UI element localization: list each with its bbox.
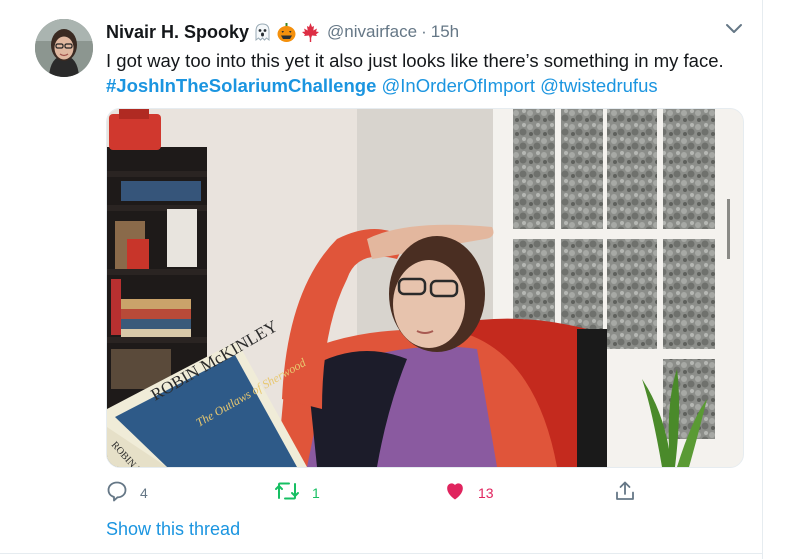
reply-count: 4 (140, 485, 148, 501)
heart-icon (444, 480, 466, 507)
hashtag-link[interactable]: #JoshInTheSolariumChallenge (106, 75, 376, 96)
retweet-icon (274, 480, 300, 507)
share-icon (614, 480, 636, 507)
user-handle[interactable]: @nivairface (327, 22, 417, 42)
tweet-text: I got way too into this yet it also just… (106, 48, 756, 98)
tweet-actions: 4 1 13 (106, 478, 746, 508)
share-button[interactable] (614, 478, 636, 508)
timestamp[interactable]: 15h (431, 22, 459, 42)
ghost-emoji (252, 22, 273, 43)
tweet-header: Nivair H. Spooky @nivairface · 15h (106, 19, 459, 45)
jack-o-lantern-emoji (276, 22, 297, 43)
like-button[interactable]: 13 (444, 478, 494, 508)
tweet-text-line: I got way too into this yet it also just… (106, 50, 724, 71)
mention-link[interactable]: @twistedrufus (540, 75, 658, 96)
avatar[interactable] (35, 19, 93, 77)
tweet-media-photo[interactable]: ROBIN McKINLEY The Outlaws of Sherwood R… (106, 108, 744, 468)
tweet-divider (0, 553, 763, 554)
display-name[interactable]: Nivair H. Spooky (106, 22, 249, 43)
maple-leaf-emoji (300, 22, 321, 43)
column-border-right (762, 0, 763, 559)
chevron-down-icon[interactable] (724, 21, 744, 37)
mention-link[interactable]: @InOrderOfImport (382, 75, 535, 96)
like-count: 13 (478, 485, 494, 501)
separator-dot: · (421, 22, 427, 41)
reply-icon (106, 480, 128, 507)
show-thread-link[interactable]: Show this thread (106, 519, 240, 540)
retweet-button[interactable]: 1 (274, 478, 320, 508)
retweet-count: 1 (312, 485, 320, 501)
reply-button[interactable]: 4 (106, 478, 148, 508)
